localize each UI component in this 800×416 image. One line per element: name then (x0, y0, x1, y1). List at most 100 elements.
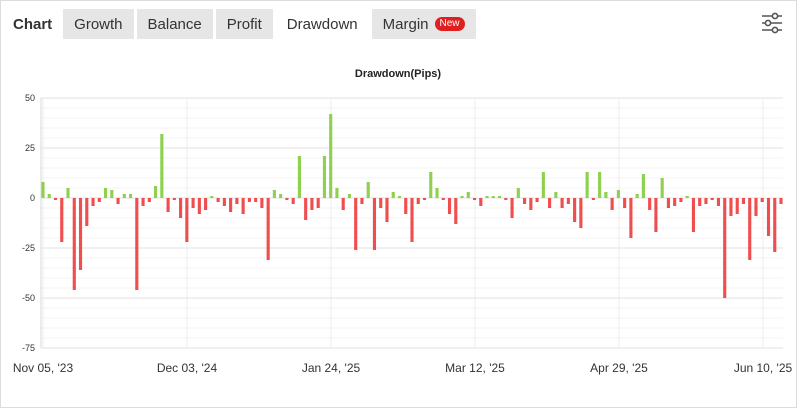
bar[interactable] (685, 196, 689, 198)
bar[interactable] (447, 198, 452, 214)
tab-chart[interactable]: Chart (1, 9, 60, 39)
bar[interactable] (422, 198, 427, 200)
bar[interactable] (435, 188, 439, 198)
bar[interactable] (297, 156, 301, 198)
bar[interactable] (548, 198, 552, 208)
bar[interactable] (341, 198, 345, 210)
bar[interactable] (354, 198, 358, 250)
bar[interactable] (116, 198, 120, 204)
bar[interactable] (404, 198, 408, 214)
bar[interactable] (666, 198, 670, 208)
bar[interactable] (491, 196, 495, 198)
bar[interactable] (254, 198, 258, 202)
bar[interactable] (673, 198, 677, 206)
bar[interactable] (397, 196, 402, 198)
bar[interactable] (135, 198, 139, 290)
bar[interactable] (554, 192, 558, 198)
bar[interactable] (222, 198, 226, 206)
tab-drawdown[interactable]: Drawdown (275, 9, 369, 39)
bar[interactable] (773, 198, 777, 252)
bar[interactable] (598, 172, 602, 198)
bar[interactable] (460, 196, 464, 198)
bar[interactable] (72, 198, 76, 290)
bar[interactable] (310, 198, 314, 210)
bar[interactable] (147, 198, 151, 202)
bar[interactable] (141, 198, 145, 206)
bar[interactable] (454, 198, 458, 224)
bar[interactable] (660, 178, 664, 198)
bar[interactable] (316, 198, 320, 208)
bar[interactable] (410, 198, 414, 242)
bar[interactable] (154, 186, 158, 198)
bar[interactable] (516, 188, 520, 198)
bar[interactable] (466, 192, 470, 198)
bar[interactable] (41, 182, 45, 198)
bar[interactable] (623, 198, 627, 208)
bar[interactable] (735, 198, 739, 214)
bar[interactable] (529, 198, 533, 210)
bar[interactable] (479, 198, 483, 206)
bar[interactable] (648, 198, 652, 210)
bar[interactable] (285, 198, 289, 200)
bar[interactable] (779, 198, 783, 204)
tab-margin[interactable]: Margin New (371, 9, 476, 39)
bar[interactable] (510, 198, 514, 218)
bar[interactable] (585, 172, 589, 198)
bar[interactable] (766, 198, 771, 236)
bar[interactable] (197, 198, 201, 214)
tab-profit[interactable]: Profit (215, 9, 273, 39)
bar[interactable] (535, 198, 539, 202)
bar[interactable] (272, 190, 276, 198)
bar[interactable] (210, 196, 214, 198)
bar[interactable] (216, 198, 220, 202)
bar[interactable] (97, 198, 101, 202)
bar[interactable] (91, 198, 95, 206)
bar[interactable] (441, 198, 445, 200)
bar[interactable] (485, 196, 489, 198)
bar[interactable] (47, 194, 51, 198)
bar[interactable] (241, 198, 245, 214)
bar[interactable] (754, 198, 758, 216)
bar[interactable] (710, 198, 714, 200)
bar[interactable] (304, 198, 308, 220)
bar[interactable] (179, 198, 183, 218)
bar[interactable] (172, 198, 176, 200)
bar[interactable] (103, 188, 108, 198)
bar[interactable] (391, 192, 395, 198)
bar[interactable] (641, 174, 645, 198)
bar[interactable] (541, 172, 545, 198)
tab-growth[interactable]: Growth (63, 9, 134, 39)
bar[interactable] (85, 198, 89, 226)
bar[interactable] (78, 198, 83, 270)
bar[interactable] (260, 198, 264, 208)
bar[interactable] (53, 198, 58, 200)
bar[interactable] (372, 198, 377, 250)
bar[interactable] (322, 156, 327, 198)
bar[interactable] (629, 198, 633, 238)
bar[interactable] (716, 198, 721, 206)
bar[interactable] (691, 198, 696, 232)
tab-balance[interactable]: Balance (136, 9, 213, 39)
bar[interactable] (616, 190, 620, 198)
bar[interactable] (741, 198, 746, 204)
bar[interactable] (291, 198, 295, 204)
bar[interactable] (610, 198, 614, 210)
bar[interactable] (498, 196, 502, 198)
bar[interactable] (723, 198, 727, 298)
bar[interactable] (66, 188, 70, 198)
bar[interactable] (698, 198, 702, 206)
bar[interactable] (385, 198, 389, 222)
bar[interactable] (335, 188, 339, 198)
bar[interactable] (360, 198, 364, 204)
bar[interactable] (191, 198, 195, 208)
bar[interactable] (379, 198, 383, 208)
bar[interactable] (347, 194, 352, 198)
bar[interactable] (704, 198, 708, 204)
bar[interactable] (366, 182, 370, 198)
bar[interactable] (185, 198, 189, 242)
bar[interactable] (591, 198, 595, 200)
bar[interactable] (654, 198, 658, 232)
bar[interactable] (635, 194, 639, 198)
bar[interactable] (523, 198, 527, 204)
bar[interactable] (279, 194, 283, 198)
